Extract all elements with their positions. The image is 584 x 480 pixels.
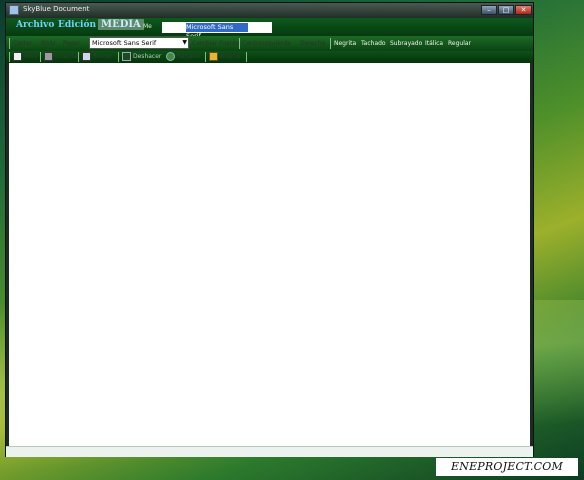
regular-button[interactable]: Regular <box>448 40 471 47</box>
menu-edicion[interactable]: Edición <box>58 20 96 30</box>
app-window: SkyBlue Document – □ ✕ Archivo Edición M… <box>5 2 534 457</box>
menu-archivo[interactable]: Archivo <box>16 20 54 30</box>
about-button[interactable]: Acerca <box>220 53 240 60</box>
paste-button[interactable]: Pegar <box>63 40 80 47</box>
font-name-selected-text[interactable]: Microsoft Sans Serif <box>186 23 248 40</box>
open-icon[interactable] <box>13 52 22 61</box>
open-button[interactable]: Abrir <box>24 53 39 60</box>
status-bar <box>6 446 533 457</box>
minimize-button[interactable]: – <box>481 5 497 15</box>
maximize-button[interactable]: □ <box>498 5 514 15</box>
font-family-value: Microsoft Sans Serif <box>92 39 157 47</box>
bold-button[interactable]: Negrita <box>334 40 356 47</box>
document-editor[interactable] <box>9 63 530 446</box>
close-button[interactable]: ✕ <box>515 5 532 15</box>
toolbar-separator <box>40 52 41 62</box>
italic-button[interactable]: Itálica <box>425 40 443 47</box>
align-center-button[interactable]: Centro <box>242 40 262 47</box>
toolbar-separator <box>246 52 247 62</box>
align-right-button[interactable]: Derecha <box>300 40 325 47</box>
file-toolbar: Abrir Guardar Salvar Deshacer Rehacer Ac… <box>6 51 533 63</box>
toolbar-separator <box>118 52 119 62</box>
undo-button[interactable]: Deshacer <box>133 53 161 60</box>
change-font-button[interactable]: Cambiar Fuente <box>192 40 240 47</box>
menu-media[interactable]: MEDIA <box>98 19 144 30</box>
underline-button[interactable]: Subrayado <box>390 40 422 47</box>
format-toolbar: Cortar B/I/U Pegar Microsoft Sans Serif … <box>6 36 533 51</box>
toolbar-separator <box>205 52 206 62</box>
font-family-select[interactable]: Microsoft Sans Serif ▼ <box>89 37 189 49</box>
disk-icon[interactable] <box>82 52 91 61</box>
save-button[interactable]: Guardar <box>55 53 79 60</box>
me-label: Me <box>143 23 152 30</box>
desktop: { "window": { "title": "SkyBlue Document… <box>0 0 584 480</box>
toolbar-grip <box>9 38 10 49</box>
align-left-button[interactable]: Izquierda <box>263 40 291 47</box>
title-bar[interactable]: SkyBlue Document – □ ✕ <box>6 3 533 18</box>
toolbar-separator <box>239 38 240 49</box>
bold-italic-underline-button[interactable]: B/I/U <box>41 40 55 47</box>
toolbar-separator <box>78 52 79 62</box>
toolbar-separator <box>330 38 331 49</box>
redo-button[interactable]: Rehacer <box>177 53 202 60</box>
app-icon <box>9 5 19 15</box>
lock-icon[interactable] <box>209 52 218 61</box>
salvar-button[interactable]: Salvar <box>93 53 112 60</box>
strikethrough-button[interactable]: Tachado <box>361 40 386 47</box>
redo-icon[interactable] <box>166 52 175 61</box>
chevron-down-icon[interactable]: ▼ <box>182 38 187 48</box>
toolbar-grip <box>9 52 10 62</box>
watermark: ENEPROJECT.COM <box>436 458 578 476</box>
menu-bar: Archivo Edición MEDIA Me Microsoft Sans … <box>6 18 533 40</box>
cut-button[interactable]: Cortar <box>13 40 32 47</box>
save-icon[interactable] <box>44 52 53 61</box>
window-title: SkyBlue Document <box>23 5 90 13</box>
undo-icon[interactable] <box>122 52 131 61</box>
